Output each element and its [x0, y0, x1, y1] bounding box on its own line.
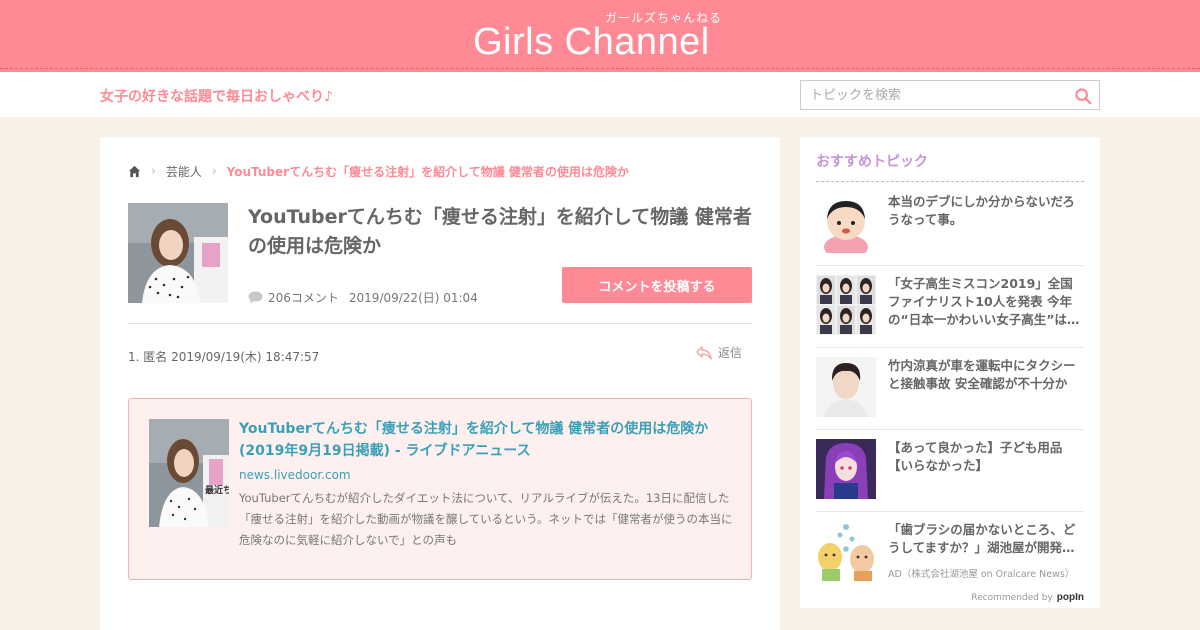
home-icon[interactable] [128, 165, 141, 178]
link-card-domain: news.livedoor.com [239, 468, 351, 482]
person-photo-icon: 最近ちん [149, 419, 229, 527]
item-thumbnail [816, 521, 876, 581]
item-thumbnail [816, 439, 876, 499]
item-title: 【あって良かった】子ども用品【いらなかった】 [888, 440, 1063, 473]
breadcrumb-category[interactable]: 芸能人 [166, 163, 202, 180]
site-logo[interactable]: ガールズちゃんねる Girls Channel [473, 11, 733, 64]
anime-character-icon [816, 439, 876, 499]
recommended-item[interactable]: 「女子高生ミスコン2019」全国ファイナリスト10人を発表 今年の“日本一かわい… [816, 275, 1084, 357]
item-title: 「歯ブラシの届かないところ、どうしてますか？」湖池屋が開発… [888, 522, 1076, 555]
link-card-thumbnail: 最近ちん [149, 419, 229, 527]
recommended-label: Recommended by [971, 592, 1053, 603]
chevron-right-icon: › [151, 164, 156, 178]
item-thumbnail [816, 357, 876, 417]
recommended-sidebar: おすすめトピック 本当のデブにしか分からないだろうなって事。 「女子高生ミスコン… [800, 137, 1100, 608]
item-title: 竹内涼真が車を運転中にタクシーと接触事故 安全確認が不十分か [888, 358, 1076, 391]
illustration-icon [816, 521, 876, 581]
item-thumbnail [816, 275, 876, 335]
reply-label: 返信 [718, 346, 743, 360]
reply-arrow-icon [696, 345, 712, 360]
sidebar-title: おすすめトピック [816, 154, 928, 170]
topic-date: 2019/09/22(日) 01:04 [348, 291, 478, 305]
popin-logo: popIn [1056, 592, 1084, 603]
item-thumbnail [816, 193, 876, 253]
item-divider [816, 347, 1084, 348]
search-input[interactable] [801, 81, 1071, 109]
item-divider [816, 429, 1084, 430]
reply-button[interactable]: 返信 [696, 344, 742, 361]
item-divider [816, 265, 1084, 266]
breadcrumb-current: YouTuberてんちむ「痩せる注射」を紹介して物議 健常者の使用は危険か [226, 164, 629, 179]
post-comment-button[interactable]: コメントを投稿する [562, 267, 752, 303]
person-photo-icon [128, 203, 228, 303]
search-box [800, 80, 1100, 110]
sign-text: 最近ちん [205, 484, 229, 496]
comment-bubble-icon [248, 291, 263, 304]
topic-thumbnail [128, 203, 228, 303]
chevron-right-icon: › [211, 164, 217, 178]
divider [128, 323, 752, 324]
recommended-item[interactable]: 【あって良かった】子ども用品【いらなかった】 [816, 439, 1084, 521]
sub-header: 女子の好きな話題で毎日おしゃべり♪ [0, 72, 1200, 117]
recommended-ad-item[interactable]: 「歯ブラシの届かないところ、どうしてますか？」湖池屋が開発… AD（株式会社湖池… [816, 521, 1084, 603]
group-photo-icon [816, 275, 876, 335]
topic-main: › 芸能人 › YouTuberてんちむ「痩せる注射」を紹介して物議 健常者の使… [100, 137, 780, 630]
comment-header: 1. 匿名 2019/09/19(木) 18:47:57 [128, 350, 320, 364]
link-card-title[interactable]: YouTuberてんちむ「痩せる注射」を紹介して物議 健常者の使用は危険か (2… [239, 418, 739, 462]
item-title: 本当のデブにしか分からないだろうなって事。 [888, 194, 1075, 227]
ad-label: AD（株式会社湖池屋 on Oralcare News） [888, 569, 1075, 580]
cartoon-face-icon [816, 193, 876, 253]
recommended-item[interactable]: 竹内涼真が車を運転中にタクシーと接触事故 安全確認が不十分か [816, 357, 1084, 439]
sidebar-dashed-line [816, 181, 1084, 182]
recommended-by[interactable]: Recommended by popIn [971, 592, 1084, 603]
logo-text: Girls Channel [473, 21, 710, 63]
topic-meta: 206コメント 2019/09/22(日) 01:04 [248, 289, 478, 306]
breadcrumb: › 芸能人 › YouTuberてんちむ「痩せる注射」を紹介して物議 健常者の使… [128, 163, 629, 179]
site-tagline: 女子の好きな話題で毎日おしゃべり♪ [100, 89, 333, 105]
link-card-description: YouTuberてんちむが紹介したダイエット法について、リアルライブが伝えた。1… [239, 491, 733, 547]
person-photo-icon [816, 357, 876, 417]
recommended-item[interactable]: 本当のデブにしか分からないだろうなって事。 [816, 193, 1084, 275]
item-divider [816, 511, 1084, 512]
link-preview-card[interactable]: 最近ちん YouTuberてんちむ「痩せる注射」を紹介して物議 健常者の使用は危… [128, 398, 752, 580]
header-dashed-line [0, 68, 1200, 69]
item-title: 「女子高生ミスコン2019」全国ファイナリスト10人を発表 今年の“日本一かわい… [888, 276, 1080, 327]
search-icon[interactable] [1074, 87, 1092, 105]
comment-count: 206コメント [268, 291, 339, 305]
site-header: ガールズちゃんねる Girls Channel [0, 0, 1200, 72]
topic-title: YouTuberてんちむ「痩せる注射」を紹介して物議 健常者の使用は危険か [248, 206, 752, 257]
